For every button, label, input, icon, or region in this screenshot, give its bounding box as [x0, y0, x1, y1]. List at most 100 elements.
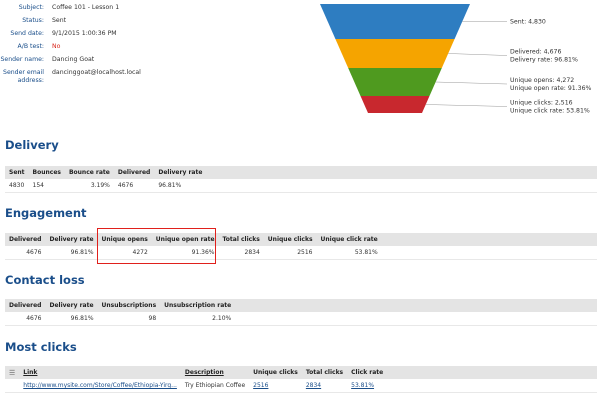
funnel-segment	[360, 96, 430, 113]
table-row: 4830 154 3.19% 4676 96.81%	[5, 179, 597, 193]
engagement-table: Delivered Delivery rate Unique opens Uni…	[5, 233, 597, 260]
table-header-row: Delivered Delivery rate Unsubscriptions …	[5, 299, 597, 312]
column-header: Sent	[5, 166, 29, 179]
table-header-row: Sent Bounces Bounce rate Delivered Deliv…	[5, 166, 597, 179]
property-label: Sender name:	[0, 56, 44, 63]
funnel-label: Unique click rate: 53.81%	[510, 108, 590, 115]
cell: 53.81%	[347, 379, 388, 393]
cell: 3.19%	[64, 179, 114, 193]
column-header: Unique clicks	[263, 233, 317, 246]
funnel-label: Delivery rate: 96.81%	[510, 57, 578, 64]
cell: 2834	[218, 246, 264, 260]
funnel-label: Unique open rate: 91.36%	[510, 85, 592, 92]
column-header: Total clicks	[301, 366, 348, 379]
property-subject: Subject: Coffee 101 - Lesson 1	[0, 4, 300, 12]
funnel-leader-line	[435, 81, 508, 85]
cell: 96.81%	[154, 179, 207, 193]
column-header: Unique click rate	[316, 233, 382, 246]
cell: 154	[28, 179, 65, 193]
property-value: Dancing Goat	[52, 56, 95, 63]
property-label: A/B test:	[17, 43, 45, 50]
cell-spacer	[206, 179, 597, 193]
cell: 96.81%	[45, 312, 98, 326]
menu-icon[interactable]: ☰	[9, 369, 15, 377]
funnel-leader-line	[425, 104, 508, 107]
property-sender-name: Sender name: Dancing Goat	[0, 56, 300, 64]
column-header: Bounce rate	[64, 166, 114, 179]
funnel-leader-line	[448, 53, 508, 56]
property-value: dancinggoat@localhost.local	[52, 69, 141, 76]
funnel-chart: Sent: 4,830 Delivered: 4,676Delivery rate…	[320, 4, 592, 115]
table-header-row: Delivered Delivery rate Unique opens Uni…	[5, 233, 597, 246]
section-title-delivery: Delivery	[5, 138, 59, 152]
property-status: Status: Sent	[0, 17, 300, 25]
property-value: No	[52, 43, 61, 50]
campaign-properties: Subject: Coffee 101 - Lesson 1 Status: S…	[0, 4, 300, 90]
cell: 96.81%	[45, 246, 98, 260]
link-url[interactable]: http://www.mysite.com/Store/Coffee/Ethio…	[23, 382, 177, 389]
cell: 2516	[249, 379, 302, 393]
column-header: Unsubscription rate	[160, 299, 236, 312]
property-value: Sent	[52, 17, 67, 24]
cell-spacer	[381, 246, 597, 260]
column-menu[interactable]: ☰	[5, 366, 20, 379]
cell-empty	[5, 379, 20, 393]
property-send-date: Send date: 9/1/2015 1:00:36 PM	[0, 30, 300, 38]
click-rate-link[interactable]: 53.81%	[351, 382, 374, 389]
column-spacer	[381, 233, 597, 246]
contact-loss-table: Delivered Delivery rate Unsubscriptions …	[5, 299, 597, 326]
column-header: Click rate	[347, 366, 388, 379]
delivery-table: Sent Bounces Bounce rate Delivered Deliv…	[5, 166, 597, 193]
column-header: Delivered	[113, 166, 155, 179]
column-header-link[interactable]: Link	[19, 366, 181, 379]
column-header: Delivery rate	[154, 166, 207, 179]
section-title-most-clicks: Most clicks	[5, 340, 77, 354]
table-row: http://www.mysite.com/Store/Coffee/Ethio…	[5, 379, 597, 393]
property-value: Coffee 101 - Lesson 1	[52, 4, 120, 11]
cell: 4676	[113, 179, 155, 193]
cell-spacer	[387, 379, 597, 393]
column-spacer	[387, 366, 597, 379]
cell-link: http://www.mysite.com/Store/Coffee/Ethio…	[19, 379, 181, 393]
section-title-contact-loss: Contact loss	[5, 273, 85, 287]
cell: 4676	[5, 246, 46, 260]
most-clicks-table: ☰ Link Description Unique clicks Total c…	[5, 366, 597, 393]
unique-clicks-link[interactable]: 2516	[253, 382, 268, 389]
column-header: Delivery rate	[45, 299, 98, 312]
cell: Try Ethiopian Coffee	[180, 379, 250, 393]
cell: 2516	[263, 246, 317, 260]
cell: 2834	[301, 379, 348, 393]
cell: 4676	[5, 312, 46, 326]
column-header: Delivered	[5, 299, 46, 312]
property-value: 9/1/2015 1:00:36 PM	[52, 30, 117, 37]
total-clicks-link[interactable]: 2834	[306, 382, 321, 389]
column-header: Unsubscriptions	[97, 299, 161, 312]
funnel-label: Unique clicks: 2,516	[510, 100, 573, 107]
column-header-description[interactable]: Description	[180, 366, 250, 379]
section-title-engagement: Engagement	[5, 206, 87, 220]
column-spacer	[206, 166, 597, 179]
table-header-row: ☰ Link Description Unique clicks Total c…	[5, 366, 597, 379]
funnel-label: Unique opens: 4,272	[510, 77, 574, 84]
column-spacer	[235, 299, 597, 312]
column-header: Unique clicks	[249, 366, 302, 379]
funnel-segment	[348, 68, 442, 96]
property-sender-email: Sender email address: dancinggoat@localh…	[0, 69, 300, 85]
property-ab-test: A/B test: No	[0, 43, 300, 51]
property-label: Send date:	[10, 30, 44, 37]
column-header: Total clicks	[218, 233, 264, 246]
funnel-label: Sent: 4,830	[510, 19, 546, 26]
property-label: Status:	[22, 17, 44, 24]
funnel-segment	[320, 4, 470, 39]
table-row: 4676 96.81% 98 2.10%	[5, 312, 597, 326]
funnel-label: Delivered: 4,676	[510, 49, 561, 56]
cell: 2.10%	[160, 312, 236, 326]
column-header: Bounces	[28, 166, 65, 179]
table-row: 4676 96.81% 4272 91.36% 2834 2516 53.81%	[5, 246, 597, 260]
column-header: Delivery rate	[45, 233, 98, 246]
column-header: Delivered	[5, 233, 46, 246]
property-label: Sender email address:	[3, 69, 44, 84]
cell: 4830	[5, 179, 29, 193]
funnel-segment	[335, 39, 455, 68]
cell-spacer	[235, 312, 597, 326]
